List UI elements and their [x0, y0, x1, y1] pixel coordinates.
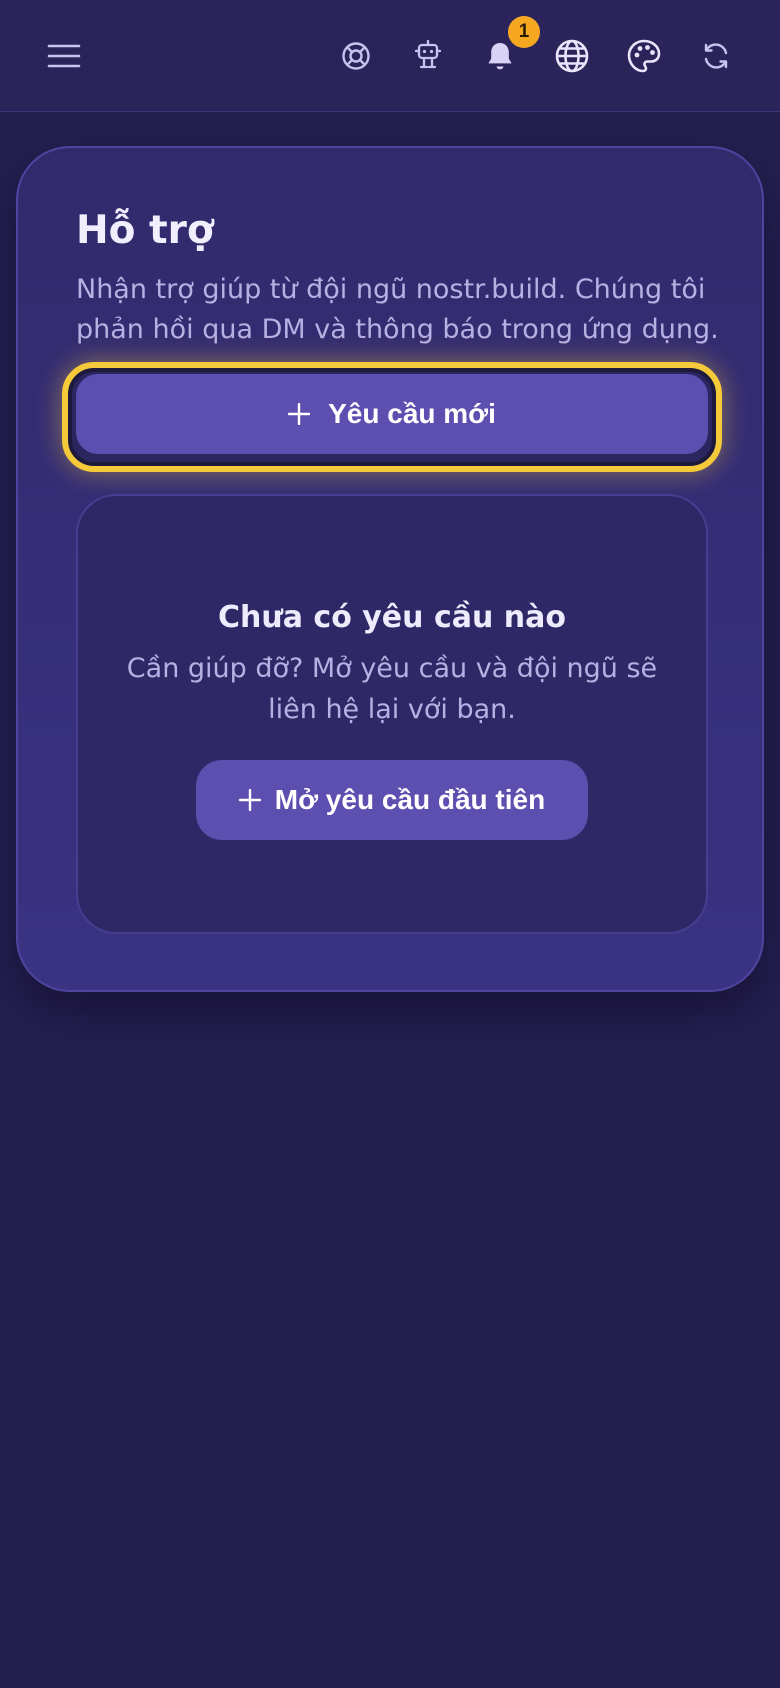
globe-icon	[555, 39, 589, 73]
open-first-request-button[interactable]: Mở yêu cầu đầu tiên	[196, 760, 588, 840]
open-first-request-label: Mở yêu cầu đầu tiên	[274, 784, 546, 815]
page-title: Hỗ trợ	[76, 208, 214, 253]
bot-button[interactable]	[400, 28, 456, 84]
plus-icon	[238, 789, 261, 811]
support-description: Nhận trợ giúp từ đội ngũ nostr.build. Ch…	[76, 274, 719, 345]
support-card: Hỗ trợ Nhận trợ giúp từ đội ngũ nostr.bu…	[16, 146, 764, 992]
plus-icon	[288, 403, 311, 425]
bell-icon	[488, 43, 512, 70]
lifebuoy-icon	[342, 42, 370, 70]
language-button[interactable]	[544, 28, 600, 84]
new-request-button[interactable]: Yêu cầu mới	[76, 374, 708, 454]
menu-button[interactable]	[36, 28, 92, 84]
notification-badge: 1	[508, 16, 540, 48]
palette-icon	[627, 39, 661, 73]
top-bar: 1	[0, 0, 780, 112]
refresh-icon	[704, 43, 728, 69]
menu-icon	[47, 44, 81, 68]
robot-icon	[415, 40, 441, 69]
empty-state: Chưa có yêu cầu nào Cần giúp đỡ? Mở yêu …	[76, 494, 708, 934]
new-request-label: Yêu cầu mới	[328, 398, 496, 429]
help-button[interactable]	[328, 28, 384, 84]
refresh-button[interactable]	[688, 28, 744, 84]
empty-state-title: Chưa có yêu cầu nào	[217, 600, 566, 635]
theme-button[interactable]	[616, 28, 672, 84]
empty-state-description: Cần giúp đỡ? Mở yêu cầu và đội ngũ sẽ li…	[126, 653, 658, 725]
